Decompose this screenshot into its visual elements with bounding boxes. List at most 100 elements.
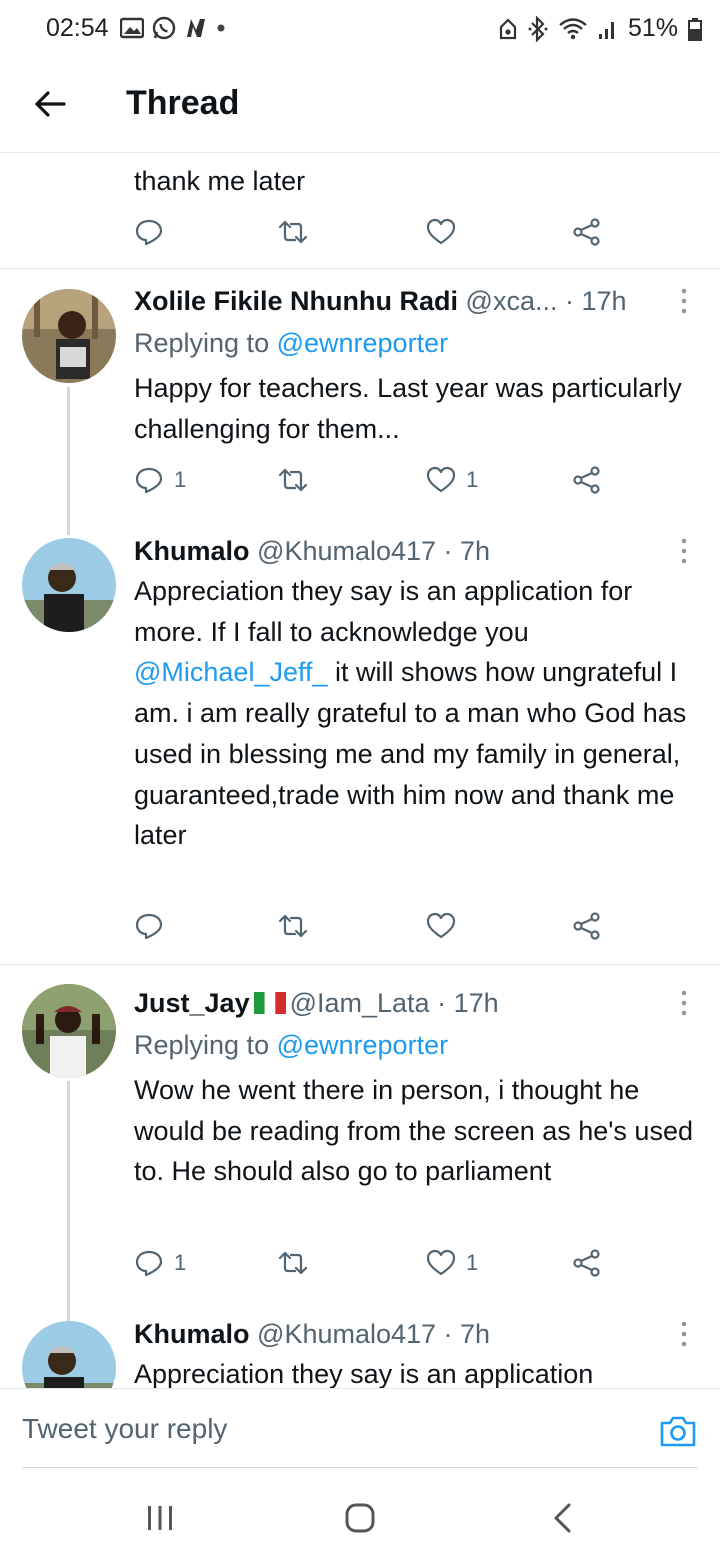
reply-icon bbox=[135, 467, 163, 494]
partial-tweet-text: thank me later bbox=[134, 166, 306, 196]
retweet-button[interactable] bbox=[278, 911, 308, 941]
thread-content[interactable]: thank me later Xolile Fikile Nhunhu Radi… bbox=[0, 153, 720, 1388]
share-button[interactable] bbox=[572, 1248, 602, 1278]
reply-button[interactable] bbox=[134, 911, 164, 941]
avatar[interactable] bbox=[22, 289, 116, 383]
camera-icon[interactable] bbox=[658, 1411, 698, 1451]
battery-percent: 51% bbox=[627, 14, 678, 42]
like-button[interactable]: 1 bbox=[426, 465, 478, 495]
replying-to: Replying to @ewnreporter bbox=[134, 1027, 448, 1063]
reply-input[interactable]: Tweet your reply bbox=[22, 1413, 227, 1445]
retweet-icon bbox=[278, 220, 308, 244]
reply-button[interactable]: 1 bbox=[134, 1248, 186, 1278]
whatsapp-icon bbox=[152, 16, 176, 40]
tweet-header: Just_Jay @Iam_Lata · 17h bbox=[134, 985, 674, 1021]
like-button[interactable] bbox=[426, 217, 456, 247]
tweet-text: Appreciation they say is an application bbox=[134, 1359, 594, 1388]
status-bar: 02:54 51% bbox=[0, 0, 720, 60]
divider bbox=[0, 964, 720, 965]
avatar[interactable] bbox=[22, 538, 116, 632]
italy-flag-icon bbox=[253, 992, 286, 1014]
replying-prefix: Replying to bbox=[134, 1030, 277, 1060]
arrow-left-icon[interactable] bbox=[30, 84, 70, 124]
thread-line bbox=[67, 387, 70, 535]
reply-icon bbox=[135, 913, 163, 940]
n-app-icon bbox=[187, 19, 205, 37]
display-name[interactable]: Just_Jay bbox=[134, 988, 250, 1018]
reply-icon bbox=[135, 219, 163, 246]
share-icon bbox=[573, 218, 600, 246]
divider bbox=[0, 268, 720, 269]
thread-header: Thread bbox=[0, 60, 720, 153]
tweet-actions bbox=[134, 911, 614, 951]
display-name[interactable]: Xolile Fikile Nhunhu Radi bbox=[134, 286, 458, 316]
signal-icon bbox=[598, 21, 614, 39]
recent-apps-icon[interactable] bbox=[142, 1500, 178, 1536]
gallery-icon bbox=[120, 17, 144, 39]
divider bbox=[22, 1467, 698, 1468]
retweet-button[interactable] bbox=[278, 217, 308, 247]
display-name[interactable]: Khumalo bbox=[134, 1319, 250, 1349]
bluetooth-icon bbox=[528, 15, 548, 42]
status-time: 02:54 bbox=[46, 14, 109, 42]
replying-prefix: Replying to bbox=[134, 328, 277, 358]
more-options-icon[interactable] bbox=[678, 988, 690, 1018]
replying-to: Replying to @ewnreporter bbox=[134, 325, 448, 361]
tweet-header: Khumalo @Khumalo417 · 7h bbox=[134, 533, 674, 569]
tweet-header: Khumalo @Khumalo417 · 7h bbox=[134, 1316, 674, 1352]
mention-link[interactable]: @ewnreporter bbox=[277, 328, 448, 358]
like-button[interactable] bbox=[426, 911, 456, 941]
handle-time: @xca... · 17h bbox=[465, 286, 627, 316]
heart-icon bbox=[426, 1249, 456, 1276]
reply-count: 1 bbox=[174, 467, 187, 492]
tweet-actions: 1 1 bbox=[134, 1248, 614, 1288]
retweet-icon bbox=[278, 468, 308, 492]
thread-line bbox=[67, 1081, 70, 1321]
tweet-actions: 1 1 bbox=[134, 465, 614, 505]
reply-button[interactable] bbox=[134, 217, 164, 247]
handle-time: @Khumalo417 · 7h bbox=[257, 1319, 491, 1349]
share-button[interactable] bbox=[572, 911, 602, 941]
tweet-actions bbox=[134, 217, 614, 257]
reply-button[interactable]: 1 bbox=[134, 465, 186, 495]
tweet-header: Xolile Fikile Nhunhu Radi @xca... · 17h bbox=[134, 283, 674, 319]
more-options-icon[interactable] bbox=[678, 286, 690, 316]
like-count: 1 bbox=[466, 467, 479, 492]
back-icon[interactable] bbox=[545, 1500, 581, 1536]
like-count: 1 bbox=[466, 1250, 479, 1275]
lock-icon bbox=[499, 17, 517, 39]
reply-bar: Tweet your reply bbox=[0, 1388, 720, 1469]
heart-icon bbox=[426, 466, 456, 493]
avatar[interactable] bbox=[22, 984, 116, 1078]
tweet-text: Wow he went there in person, i thought h… bbox=[134, 1075, 693, 1187]
more-options-icon[interactable] bbox=[678, 1319, 690, 1349]
dot-icon bbox=[217, 24, 225, 32]
mention-link[interactable]: @ewnreporter bbox=[277, 1030, 448, 1060]
battery-icon bbox=[688, 17, 702, 41]
tweet-text-part: Appreciation they say is an application … bbox=[134, 576, 633, 647]
system-nav-bar bbox=[0, 1470, 720, 1560]
handle-time: @Khumalo417 · 7h bbox=[257, 536, 491, 566]
wifi-icon bbox=[559, 17, 587, 39]
mention-link[interactable]: @Michael_Jeff_ bbox=[134, 657, 328, 687]
tweet-text: Appreciation they say is an application … bbox=[134, 571, 694, 856]
heart-icon bbox=[426, 218, 456, 245]
heart-icon bbox=[426, 912, 456, 939]
display-name[interactable]: Khumalo bbox=[134, 536, 250, 566]
retweet-icon bbox=[278, 1251, 308, 1275]
tweet-text: Happy for teachers. Last year was partic… bbox=[134, 373, 682, 444]
retweet-button[interactable] bbox=[278, 1248, 308, 1278]
home-icon[interactable] bbox=[342, 1500, 378, 1536]
page-title: Thread bbox=[126, 84, 240, 122]
retweet-button[interactable] bbox=[278, 465, 308, 495]
share-button[interactable] bbox=[572, 217, 602, 247]
more-options-icon[interactable] bbox=[678, 536, 690, 566]
share-icon bbox=[573, 1249, 600, 1277]
share-icon bbox=[573, 912, 600, 940]
like-button[interactable]: 1 bbox=[426, 1248, 478, 1278]
handle-time: @Iam_Lata · 17h bbox=[289, 988, 499, 1018]
avatar[interactable] bbox=[22, 1321, 116, 1388]
retweet-icon bbox=[278, 914, 308, 938]
reply-count: 1 bbox=[174, 1250, 187, 1275]
share-button[interactable] bbox=[572, 465, 602, 495]
